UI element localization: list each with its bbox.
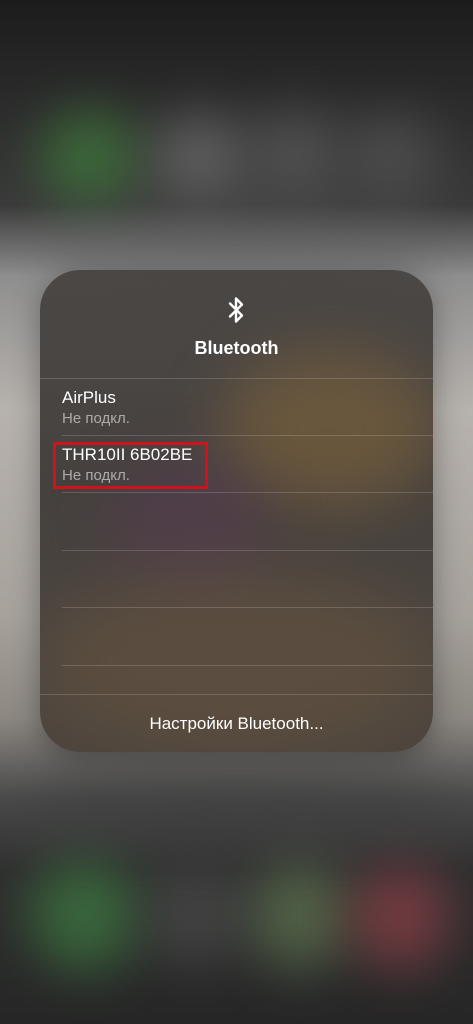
- divider: [62, 607, 433, 608]
- highlight-box: [53, 442, 208, 489]
- panel-title: Bluetooth: [194, 338, 279, 358]
- divider: [62, 492, 433, 493]
- divider: [62, 550, 433, 551]
- divider: [62, 665, 433, 666]
- bluetooth-icon: [228, 297, 244, 323]
- device-item-airplus[interactable]: AirPlus Не подкл.: [62, 388, 433, 445]
- divider: [62, 435, 433, 436]
- bluetooth-settings-button[interactable]: Настройки Bluetooth...: [40, 695, 433, 752]
- divider: [40, 378, 433, 379]
- device-status: Не подкл.: [62, 410, 130, 427]
- bluetooth-panel: Bluetooth AirPlus Не подкл. THR10II 6B02…: [40, 270, 433, 752]
- device-name: AirPlus: [62, 388, 116, 407]
